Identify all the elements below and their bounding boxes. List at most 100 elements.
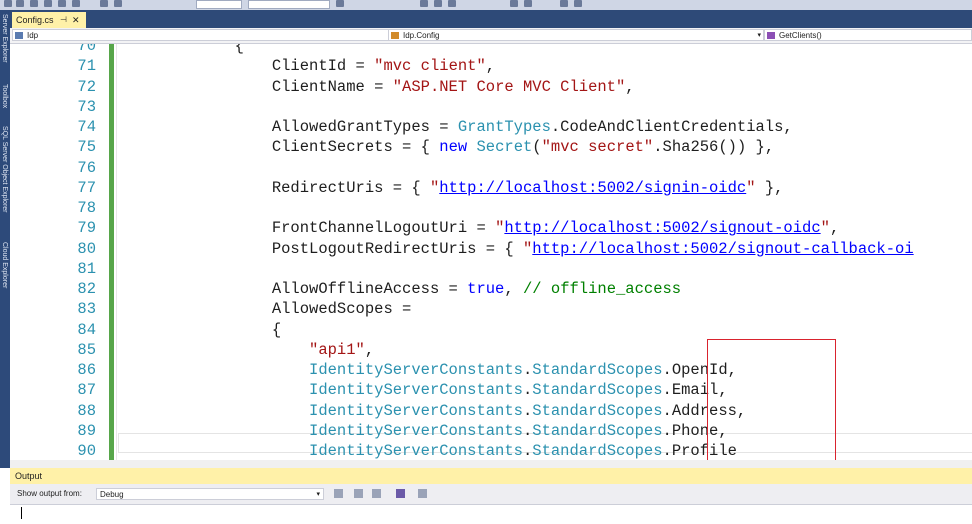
code-token: }, — [755, 178, 784, 197]
code-token[interactable]: http://localhost:5002/signout-callback-o… — [532, 240, 913, 258]
toolbar-icon[interactable] — [524, 0, 532, 7]
find-message-icon[interactable] — [334, 489, 343, 498]
code-line[interactable]: 79 FrontChannelLogoutUri = "http://local… — [10, 218, 972, 238]
line-number: 84 — [77, 320, 96, 339]
undo-icon[interactable] — [100, 0, 108, 7]
previous-message-icon[interactable] — [354, 489, 363, 498]
code-text: AllowedGrantTypes = GrantTypes.CodeAndCl… — [123, 117, 793, 137]
code-line[interactable]: 77 RedirectUris = { "http://localhost:50… — [10, 178, 972, 198]
word-wrap-icon[interactable] — [418, 489, 427, 498]
code-text: AllowOfflineAccess = true, // offline_ac… — [123, 279, 681, 299]
code-token: ClientSecrets = { — [123, 138, 440, 157]
side-panel-toolbox[interactable]: Toolbox — [1, 84, 8, 108]
code-text: PostLogoutRedirectUris = { "http://local… — [123, 239, 914, 259]
line-number: 72 — [77, 77, 96, 96]
csharp-project-icon — [15, 32, 23, 39]
output-panel-title: Output — [15, 471, 43, 481]
code-line[interactable]: 71 ClientId = "mvc client", — [10, 56, 972, 76]
close-icon[interactable]: ✕ — [72, 12, 80, 28]
pin-icon[interactable]: ⊣ — [60, 12, 67, 28]
line-number: 75 — [77, 138, 96, 157]
new-project-icon[interactable] — [30, 0, 38, 7]
toolbar-icon[interactable] — [420, 0, 428, 7]
code-token: , — [485, 57, 496, 76]
code-token: ( — [532, 138, 542, 157]
code-text: IdentityServerConstants.StandardScopes.P… — [123, 441, 737, 461]
next-message-icon[interactable] — [372, 489, 381, 498]
line-number: 73 — [77, 97, 96, 116]
output-panel-header[interactable]: Output — [10, 468, 972, 484]
output-source-dropdown[interactable]: Debug ▾ — [96, 488, 324, 500]
forward-icon[interactable] — [16, 0, 24, 7]
line-number: 85 — [77, 340, 96, 359]
redo-icon[interactable] — [114, 0, 122, 7]
line-number: 77 — [77, 178, 96, 197]
open-icon[interactable] — [44, 0, 52, 7]
code-line[interactable]: 73 — [10, 97, 972, 117]
platform-dropdown[interactable] — [248, 0, 330, 9]
code-token: . — [522, 442, 533, 460]
code-token: . — [522, 361, 533, 379]
code-token: RedirectUris = { — [123, 178, 430, 197]
code-line[interactable]: 74 AllowedGrantTypes = GrantTypes.CodeAn… — [10, 117, 972, 137]
code-token: StandardScopes — [532, 442, 663, 460]
code-token[interactable]: http://localhost:5002/signin-oidc — [439, 179, 746, 197]
back-icon[interactable] — [4, 0, 12, 7]
code-token: , — [364, 340, 375, 359]
toolbar-icon[interactable] — [510, 0, 518, 7]
code-text: { — [123, 44, 244, 56]
toolbar-icon[interactable] — [448, 0, 456, 7]
member-dropdown[interactable]: GetClients() — [764, 29, 972, 41]
code-token: new — [439, 138, 468, 157]
code-line[interactable]: 82 AllowOfflineAccess = true, // offline… — [10, 279, 972, 299]
code-line[interactable]: 84 { — [10, 320, 972, 340]
configuration-dropdown[interactable] — [196, 0, 242, 9]
line-number: 82 — [77, 280, 96, 298]
code-line[interactable]: 78 — [10, 198, 972, 218]
output-source-value: Debug — [100, 490, 124, 499]
code-line[interactable]: 81 — [10, 259, 972, 279]
side-panel-cloud-explorer[interactable]: Cloud Explorer — [1, 242, 8, 288]
code-token: AllowedGrantTypes = — [123, 118, 458, 136]
save-all-icon[interactable] — [72, 0, 80, 7]
code-token: IdentityServerConstants — [309, 401, 523, 420]
code-line[interactable]: 80 PostLogoutRedirectUris = { "http://lo… — [10, 239, 972, 259]
method-icon — [767, 32, 775, 39]
line-number: 71 — [77, 57, 96, 76]
project-dropdown[interactable]: Idp ▾ — [12, 29, 396, 41]
class-dropdown[interactable]: Idp.Config ▾ — [388, 29, 764, 41]
save-icon[interactable] — [58, 0, 66, 7]
start-debug-icon[interactable] — [336, 0, 344, 7]
code-token: , — [504, 280, 523, 298]
code-text: IdentityServerConstants.StandardScopes.A… — [123, 401, 746, 421]
tab-config-cs[interactable]: Config.cs ⊣ ✕ — [12, 12, 86, 28]
toolbar-icon[interactable] — [560, 0, 568, 7]
code-token: ClientName = — [123, 77, 393, 96]
code-token: "ASP.NET Core MVC Client" — [392, 77, 626, 96]
toolbar-icon[interactable] — [574, 0, 582, 7]
code-line[interactable]: 83 AllowedScopes = — [10, 299, 972, 319]
class-icon — [391, 32, 399, 39]
side-panel-sql-server-object-explorer[interactable]: SQL Server Object Explorer — [1, 126, 8, 213]
code-token: IdentityServerConstants — [309, 381, 523, 400]
tab-label: Config.cs — [16, 15, 54, 25]
side-panel-server-explorer[interactable]: Server Explorer — [1, 14, 8, 63]
horizontal-scrollbar[interactable] — [10, 460, 972, 468]
code-token: . — [522, 401, 533, 420]
code-line[interactable]: 70 { — [10, 44, 972, 56]
code-token[interactable]: http://localhost:5002/signout-oidc — [504, 219, 820, 237]
code-line[interactable]: 76 — [10, 158, 972, 178]
output-text-area[interactable] — [10, 505, 972, 524]
code-text: IdentityServerConstants.StandardScopes.O… — [123, 360, 737, 380]
member-dropdown-value: GetClients() — [779, 31, 822, 40]
toolbar-icon[interactable] — [434, 0, 442, 7]
code-editor[interactable]: 70 {71 ClientId = "mvc client", 72 Client… — [10, 44, 972, 468]
code-line[interactable]: 72 ClientName = "ASP.NET Core MVC Client… — [10, 77, 972, 97]
clear-all-icon[interactable] — [396, 489, 405, 498]
code-text: FrontChannelLogoutUri = "http://localhos… — [123, 218, 839, 238]
code-text: IdentityServerConstants.StandardScopes.E… — [123, 380, 728, 400]
code-line[interactable]: 75 ClientSecrets = { new Secret("mvc sec… — [10, 137, 972, 157]
line-number: 89 — [77, 421, 96, 440]
